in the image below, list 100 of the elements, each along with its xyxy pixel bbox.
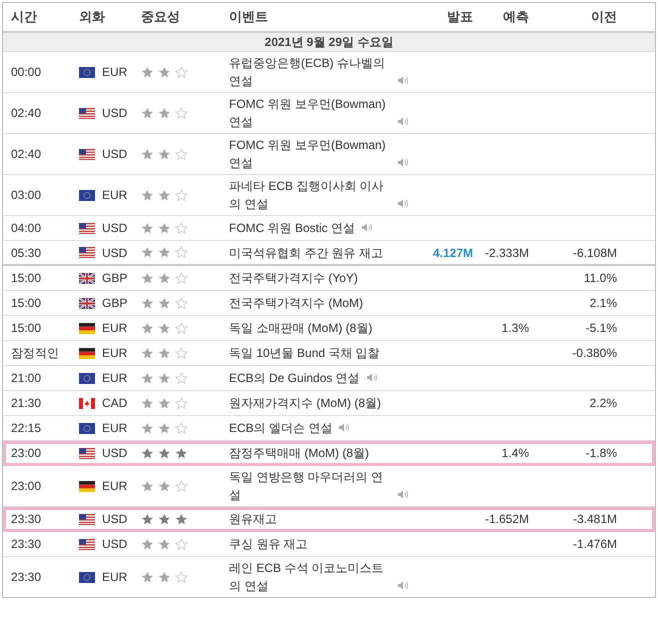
- filled-star-icon: [158, 272, 171, 284]
- currency-code: EUR: [102, 569, 128, 586]
- speaker-icon[interactable]: [397, 580, 409, 591]
- event-text[interactable]: FOMC 위원 보우먼(Bowman) 연설: [229, 95, 391, 131]
- event-text[interactable]: 유럽중앙은행(ECB) 슈나벨의 연설: [229, 54, 391, 90]
- speaker-icon[interactable]: [397, 157, 409, 168]
- filled-star-icon: [141, 446, 154, 460]
- germany-flag-icon: [79, 348, 95, 358]
- filled-star-icon: [141, 188, 154, 202]
- empty-star-icon: [175, 422, 188, 434]
- filled-star-icon: [175, 446, 188, 460]
- event-text[interactable]: 독일 소매판매 (MoM) (8월): [229, 319, 372, 337]
- empty-star-icon: [175, 538, 188, 550]
- speaker-icon[interactable]: [397, 75, 409, 86]
- currency-code: USD: [102, 220, 128, 237]
- event-text[interactable]: ECB의 De Guindos 연설: [229, 369, 360, 387]
- eu-flag-icon: [79, 372, 95, 384]
- empty-star-icon: [175, 66, 188, 78]
- us-flag-icon: [79, 448, 95, 458]
- previous-value: -1.8%: [586, 446, 617, 460]
- filled-star-icon: [141, 538, 154, 550]
- us-flag-icon: [79, 514, 95, 524]
- event-text[interactable]: 레인 ECB 수석 이코노미스트의 연설: [229, 559, 391, 595]
- time-text: 15:00: [11, 271, 42, 285]
- filled-star-icon: [158, 322, 171, 334]
- currency-code: USD: [102, 445, 128, 462]
- time-text: 15:00: [11, 321, 42, 335]
- filled-star-icon: [141, 246, 154, 259]
- time-text: 23:30: [11, 570, 42, 584]
- time-text: 23:30: [11, 512, 42, 526]
- forecast-value: 1.3%: [502, 321, 529, 335]
- event-text[interactable]: 원유재고: [229, 510, 277, 528]
- filled-star-icon: [158, 148, 171, 160]
- empty-star-icon: [175, 346, 188, 360]
- time-text: 03:00: [11, 188, 42, 202]
- event-text[interactable]: 잠정주택매매 (MoM) (8월): [229, 444, 369, 462]
- germany-flag-icon: [79, 322, 95, 334]
- currency-code: EUR: [102, 64, 128, 81]
- filled-star-icon: [158, 396, 171, 410]
- us-flag-icon: [79, 108, 95, 118]
- filled-star-icon: [158, 222, 171, 234]
- column-header: 외화: [79, 9, 105, 24]
- filled-star-icon: [141, 272, 154, 284]
- speaker-icon[interactable]: [338, 422, 350, 433]
- event-text[interactable]: FOMC 위원 Bostic 연설: [229, 219, 356, 237]
- currency-code: GBP: [102, 270, 128, 287]
- speaker-icon[interactable]: [361, 222, 374, 233]
- column-header: 예측: [503, 9, 529, 24]
- filled-star-icon: [158, 480, 171, 492]
- filled-star-icon: [158, 66, 171, 78]
- canada-flag-icon: [79, 398, 95, 408]
- previous-value: -0.380%: [572, 346, 617, 360]
- event-text[interactable]: 독일 연방은행 마우더러의 연설: [229, 468, 391, 504]
- event-text[interactable]: 쿠싱 원유 재고: [229, 535, 308, 553]
- uk-flag-icon: [79, 298, 95, 308]
- us-flag-icon: [79, 247, 95, 258]
- event-text[interactable]: ECB의 엘더슨 연설: [229, 419, 332, 437]
- filled-star-icon: [158, 570, 171, 584]
- time-text: 21:00: [11, 371, 42, 385]
- column-header: 시간: [11, 9, 37, 24]
- event-text[interactable]: 전국주택가격지수 (MoM): [229, 294, 363, 312]
- previous-value: -3.481M: [572, 512, 617, 526]
- forecast-value: 1.4%: [502, 446, 529, 460]
- filled-star-icon: [158, 512, 171, 526]
- speaker-icon[interactable]: [397, 116, 409, 127]
- time-text: 23:30: [11, 537, 42, 551]
- filled-star-icon: [141, 346, 154, 360]
- actual-value: 4.127M: [432, 246, 473, 260]
- currency-code: USD: [102, 146, 128, 163]
- filled-star-icon: [141, 570, 154, 584]
- speaker-icon[interactable]: [397, 198, 409, 209]
- previous-value: 11.0%: [584, 271, 617, 285]
- currency-code: EUR: [102, 478, 128, 495]
- time-text: 02:40: [11, 147, 42, 161]
- event-text[interactable]: 파네타 ECB 집행이사회 이사의 연설: [229, 177, 391, 213]
- empty-star-icon: [175, 272, 188, 284]
- time-text: 잠정적인: [11, 346, 59, 360]
- speaker-icon[interactable]: [366, 372, 378, 383]
- speaker-icon[interactable]: [397, 489, 409, 500]
- filled-star-icon: [141, 322, 154, 334]
- germany-flag-icon: [79, 480, 95, 492]
- filled-star-icon: [158, 106, 171, 120]
- empty-star-icon: [175, 570, 188, 584]
- filled-star-icon: [141, 422, 154, 434]
- filled-star-icon: [158, 538, 171, 550]
- forecast-value: -2.333M: [484, 246, 529, 260]
- event-text[interactable]: FOMC 위원 보우먼(Bowman) 연설: [229, 136, 391, 172]
- event-text[interactable]: 원자재가격지수 (MoM) (8월): [229, 394, 381, 412]
- previous-value: 2.1%: [590, 296, 617, 310]
- filled-star-icon: [141, 480, 154, 492]
- event-text[interactable]: 미국석유협회 주간 원유 재고: [229, 244, 384, 262]
- event-text[interactable]: 독일 10년물 Bund 국채 입찰: [229, 344, 380, 362]
- event-text[interactable]: 전국주택가격지수 (YoY): [229, 269, 358, 287]
- previous-value: -5.1%: [586, 321, 617, 335]
- time-text: 04:00: [11, 221, 42, 235]
- filled-star-icon: [158, 446, 171, 460]
- us-flag-icon: [79, 222, 95, 234]
- currency-code: EUR: [102, 187, 128, 204]
- filled-star-icon: [158, 296, 171, 310]
- filled-star-icon: [141, 222, 154, 234]
